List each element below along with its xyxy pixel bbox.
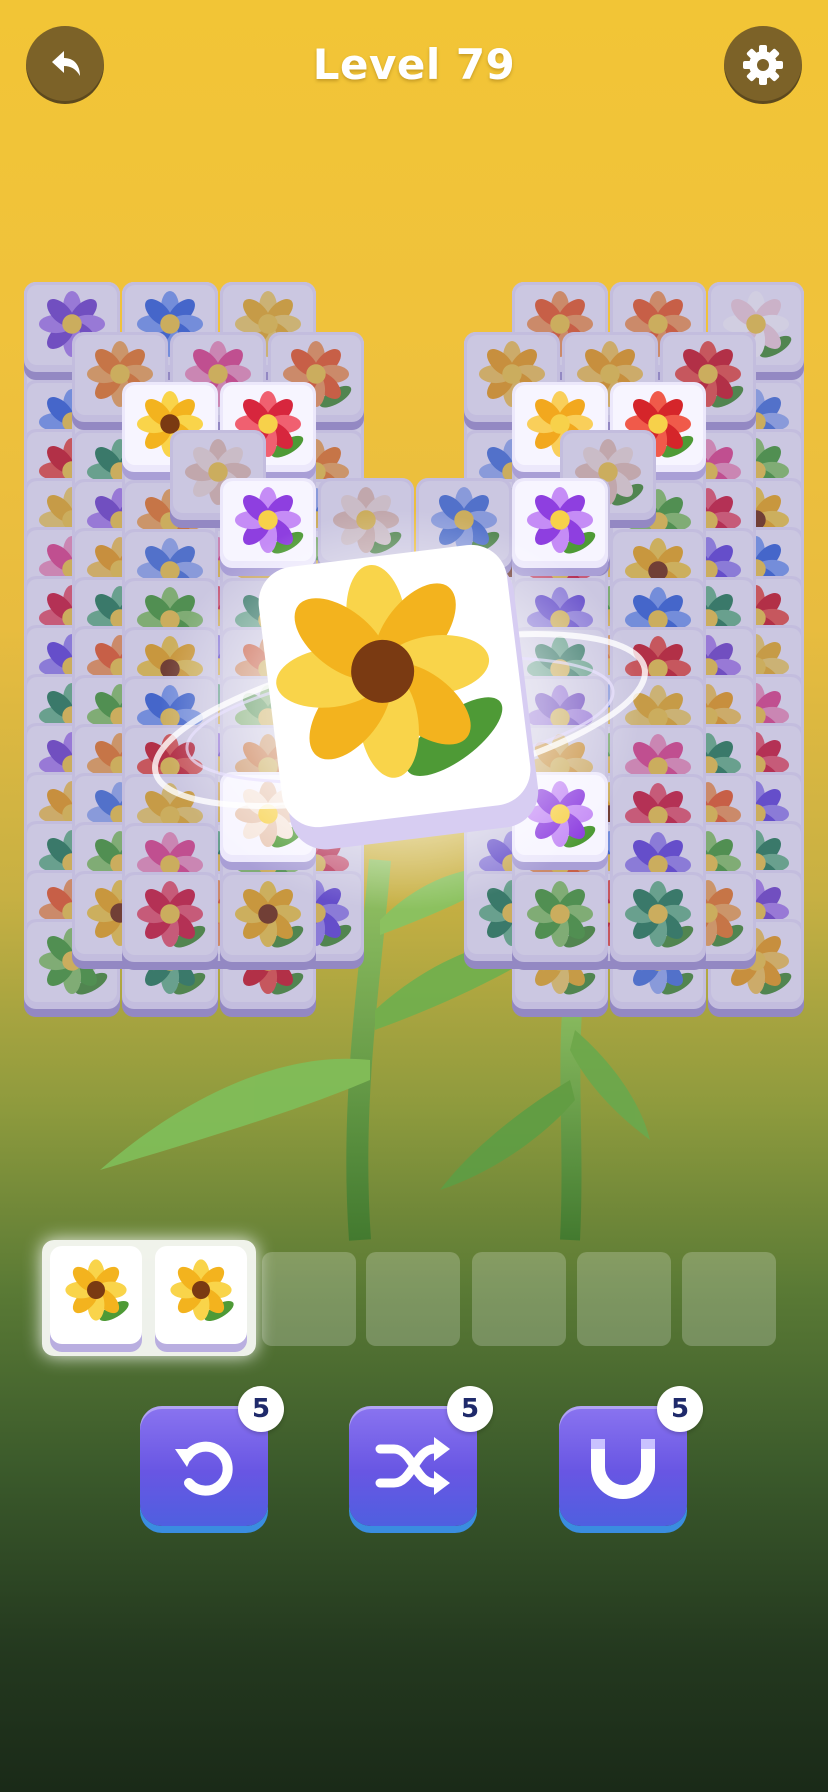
magnet-count-badge: 5 (657, 1386, 703, 1432)
tray-tile (155, 1246, 247, 1344)
tray-slot-empty (682, 1252, 776, 1346)
level-title: Level 79 (312, 40, 516, 89)
tray-slot-empty (366, 1252, 460, 1346)
tray-slot-empty (577, 1252, 671, 1346)
selected-sunflower-tile[interactable] (254, 540, 542, 854)
undo-count-badge: 5 (238, 1386, 284, 1432)
board-tile (610, 872, 706, 970)
gear-icon (743, 45, 783, 85)
board-tile (512, 872, 608, 970)
board-tile (122, 872, 218, 970)
tray-slot-empty (262, 1252, 356, 1346)
sunflower-icon (65, 1259, 129, 1322)
magnet-icon (591, 1439, 655, 1499)
shuffle-icon (375, 1437, 450, 1495)
settings-button[interactable] (724, 26, 802, 104)
sunflower-icon (170, 1259, 234, 1322)
undo-icon (175, 1441, 233, 1496)
tray-tile (50, 1246, 142, 1344)
shuffle-count-badge: 5 (447, 1386, 493, 1432)
tray-slot-empty (472, 1252, 566, 1346)
